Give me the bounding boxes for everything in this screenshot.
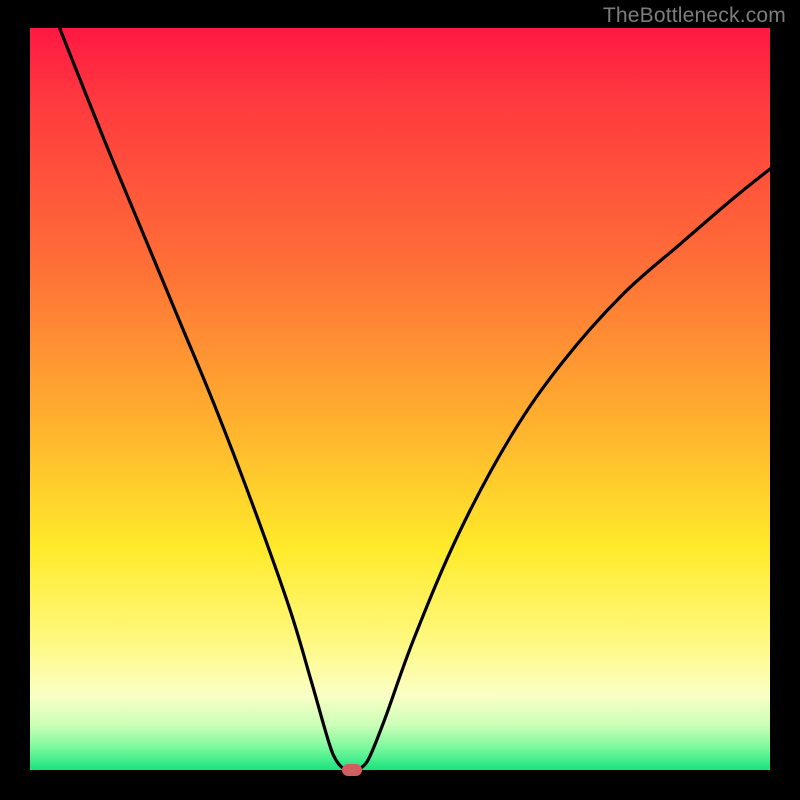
watermark-text: TheBottleneck.com	[603, 4, 786, 28]
optimum-marker	[342, 764, 362, 776]
bottleneck-curve	[30, 28, 770, 770]
plot-area	[30, 28, 770, 770]
chart-frame: TheBottleneck.com	[0, 0, 800, 800]
